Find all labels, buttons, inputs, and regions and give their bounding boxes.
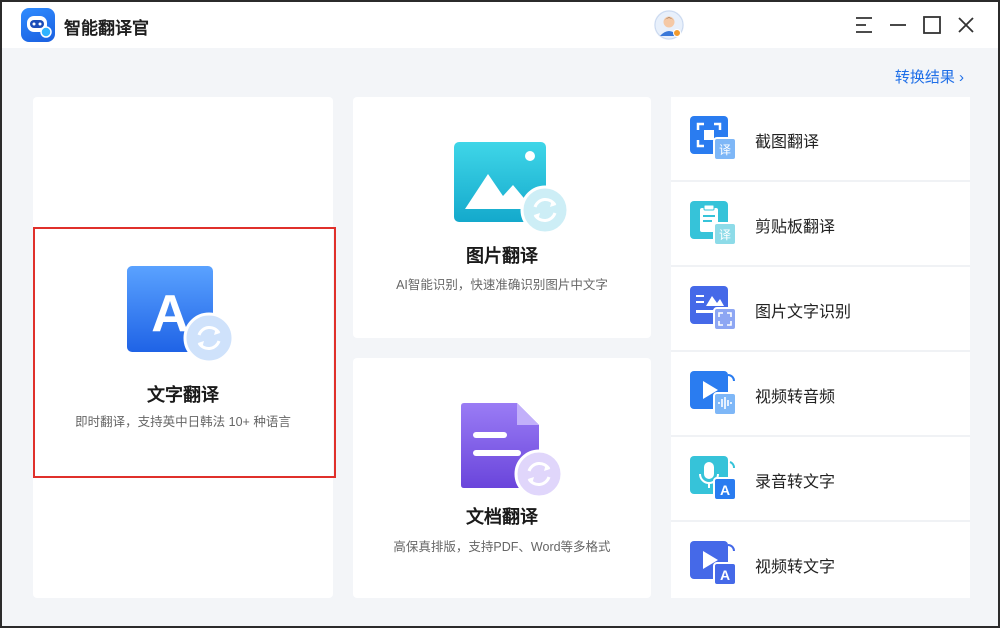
screenshot-translate-icon: 译 [690,116,740,162]
tool-video-to-audio[interactable]: 视频转音频 [671,352,970,435]
svg-text:译: 译 [719,143,731,157]
tool-label: 视频转文字 [755,559,836,576]
tool-label: 剪贴板翻译 [755,219,836,236]
svg-text:A: A [720,482,730,498]
document-translate-title: 文档翻译 [466,507,538,527]
minimize-button[interactable] [885,12,911,38]
tool-recording-to-text[interactable]: A 录音转文字 [671,437,970,520]
document-translate-icon [459,402,569,502]
image-translate-title: 图片翻译 [466,246,538,266]
document-translate-desc: 高保真排版，支持PDF、Word等多格式 [393,540,611,554]
recording-to-text-icon: A [690,456,740,502]
user-avatar[interactable] [654,10,684,40]
image-translate-desc: AI智能识别，快速准确识别图片中文字 [396,278,608,292]
tool-clipboard-translate[interactable]: 译 剪贴板翻译 [671,182,970,265]
svg-text:A: A [720,567,730,583]
tool-label: 视频转音频 [755,389,836,406]
tool-label: 图片文字识别 [755,304,852,321]
image-translate-icon [453,141,573,236]
video-to-text-icon: A [690,541,740,587]
tool-image-ocr[interactable]: 图片文字识别 [671,267,970,350]
maximize-button[interactable] [919,12,945,38]
selection-highlight [33,227,336,478]
tool-screenshot-translate[interactable]: 译 截图翻译 [671,97,970,180]
app-logo-icon [21,8,55,42]
tool-label: 录音转文字 [755,474,836,491]
clipboard-translate-icon: 译 [690,201,740,247]
conversion-results-link[interactable]: 转换结果 › [895,66,964,87]
close-button[interactable] [953,12,979,38]
image-ocr-icon [690,286,740,332]
document-translate-card[interactable]: 文档翻译 高保真排版，支持PDF、Word等多格式 [353,358,651,598]
image-translate-card[interactable]: 图片翻译 AI智能识别，快速准确识别图片中文字 [353,97,651,338]
app-title: 智能翻译官 [64,19,149,38]
video-to-audio-icon [690,371,740,417]
tool-video-to-text[interactable]: A 视频转文字 [671,522,970,598]
tool-label: 截图翻译 [755,134,820,151]
svg-text:译: 译 [719,228,731,242]
title-bar: 智能翻译官 [2,2,998,48]
menu-button[interactable] [851,12,877,38]
app-window: 智能翻译官 转换结果 › A 文字翻译 即时翻译，支持英中日韩法 10+ 种语言… [0,0,1000,628]
